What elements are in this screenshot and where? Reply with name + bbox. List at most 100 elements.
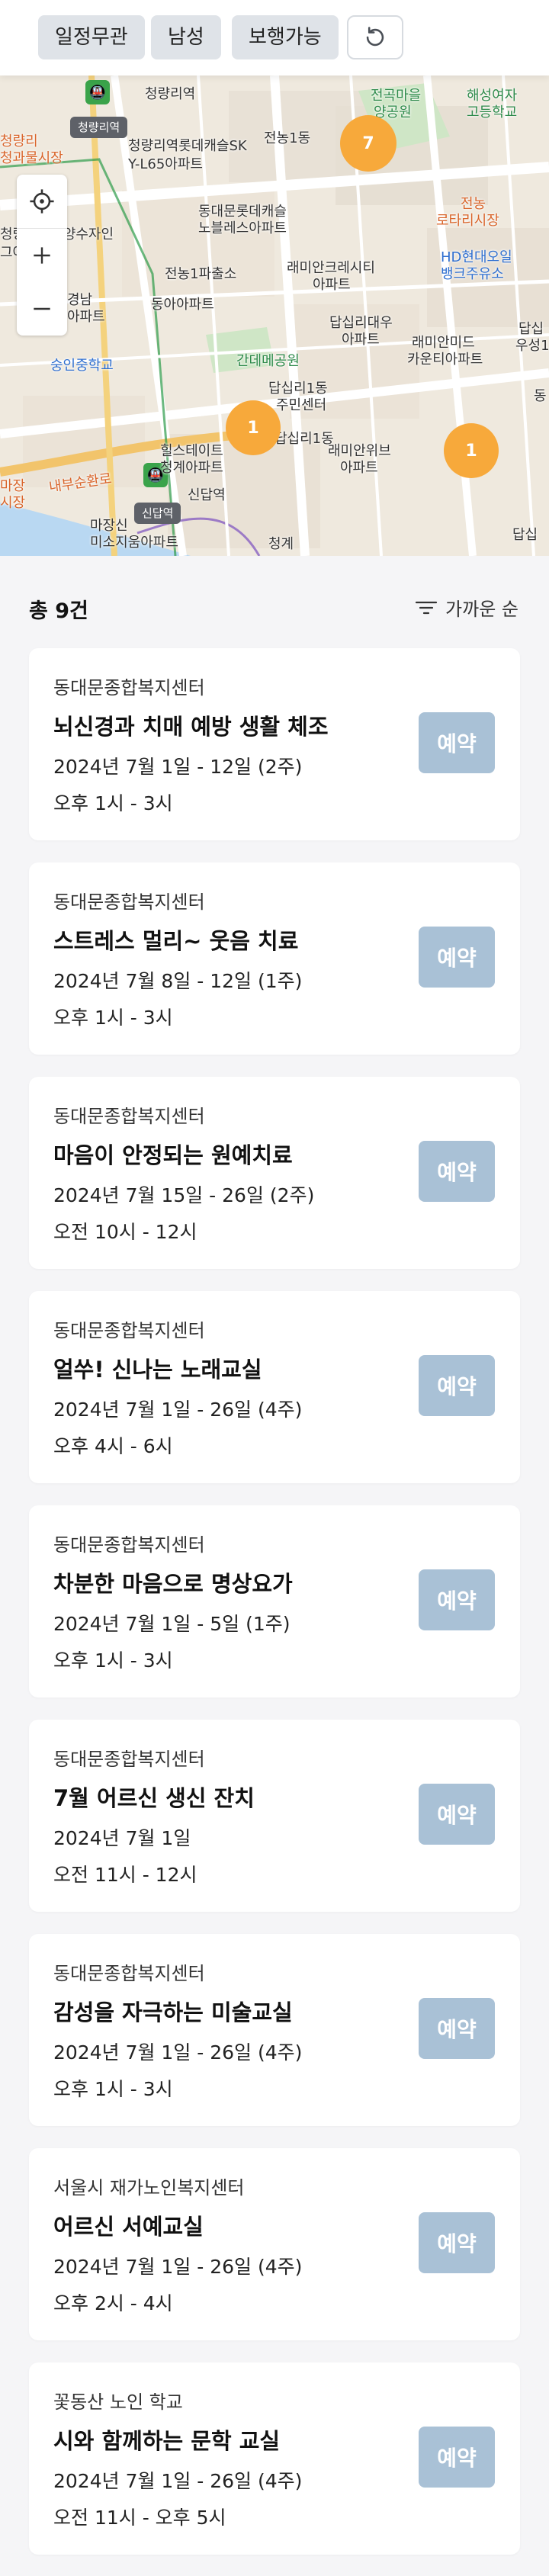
map-label: 청계아파트 [160,460,223,476]
map-label: 카운티아파트 [407,352,483,368]
map-label: 신답역 [188,487,226,503]
center-name: 동대문종합복지센터 [53,891,205,913]
map-label: 답십 [518,321,544,337]
results-header: 총 9건 가까운 순 [0,556,549,647]
program-dates: 2024년 7월 1일 - 26일 (4주) [53,2041,303,2064]
reserve-button[interactable]: 예약 [419,1355,495,1416]
map-label: 전농1파출소 [165,266,237,282]
zoom-out-button[interactable] [17,282,67,336]
program-card[interactable]: 동대문종합복지센터 얼쑤! 신나는 노래교실 2024년 7월 1일 - 26일… [29,1291,520,1483]
sort-label: 가까운 순 [445,599,518,620]
reserve-button[interactable]: 예약 [419,1998,495,2059]
map-label: 아파트 [340,460,378,476]
map-label: 아파트 [342,332,380,348]
program-time: 오전 10시 - 12시 [53,1221,197,1243]
map-label: 청량리역롯데캐슬SK [128,138,247,154]
program-dates: 2024년 7월 8일 - 12일 (1주) [53,970,303,992]
program-title: 얼쑤! 신나는 노래교실 [53,1357,262,1383]
map-label: 답십리대우 [329,315,393,331]
program-dates: 2024년 7월 15일 - 26일 (2주) [53,1184,315,1206]
sort-icon [415,601,438,614]
map-label: 간데메공원 [236,353,300,369]
station-tag-sindap: 신답역 [134,503,181,524]
center-name: 동대문종합복지센터 [53,1749,205,1770]
crosshair-icon [30,189,54,214]
reserve-button[interactable]: 예약 [419,2427,495,2488]
program-dates: 2024년 7월 1일 - 5일 (1주) [53,1613,291,1635]
reserve-button[interactable]: 예약 [419,1784,495,1845]
reset-filters-button[interactable] [347,15,403,59]
program-card[interactable]: 동대문종합복지센터 감성을 자극하는 미술교실 2024년 7월 1일 - 26… [29,1934,520,2126]
reserve-button[interactable]: 예약 [419,2212,495,2273]
map-label: 숭인중학교 [50,358,114,374]
program-card[interactable]: 동대문종합복지센터 7월 어르신 생신 잔치 2024년 7월 1일 오전 11… [29,1720,520,1912]
reserve-button[interactable]: 예약 [419,1569,495,1630]
program-title: 뇌신경과 치매 예방 생활 체조 [53,714,329,740]
map-label: 경남 [67,292,93,308]
map-label: 고등학교 [467,104,518,120]
map-label: 청량리역 [145,86,196,102]
result-count: 총 9건 [29,599,88,623]
reserve-button[interactable]: 예약 [419,927,495,988]
refresh-icon [366,27,384,47]
program-card[interactable]: 동대문종합복지센터 스트레스 멀리~ 웃음 치료 2024년 7월 8일 - 1… [29,862,520,1055]
center-name: 동대문종합복지센터 [53,1320,205,1341]
reserve-button[interactable]: 예약 [419,712,495,773]
map-label: 마장신 [90,518,128,534]
program-time: 오전 11시 - 12시 [53,1864,197,1886]
center-name: 동대문종합복지센터 [53,1963,205,1984]
program-title: 스트레스 멀리~ 웃음 치료 [53,928,299,954]
program-time: 오후 1시 - 3시 [53,1007,173,1029]
map-label: 동대문롯데캐슬 [198,204,287,220]
center-name: 꽃동산 노인 학교 [53,2391,183,2413]
program-time: 오후 2시 - 4시 [53,2292,173,2314]
map-label: 전곡마을 [371,88,422,104]
program-card[interactable]: 동대문종합복지센터 차분한 마음으로 명상요가 2024년 7월 1일 - 5일… [29,1505,520,1698]
map-label: HD현대오일 [441,249,512,265]
map-label: 래미안위브 [328,443,391,459]
filter-bar: 일정무관 남성 보행가능 [0,0,549,75]
center-name: 동대문종합복지센터 [53,1106,205,1127]
zoom-in-button[interactable] [17,229,67,282]
program-dates: 2024년 7월 1일 [53,1827,191,1849]
map-label: 마장 [0,478,26,494]
program-title: 마음이 안정되는 원예치료 [53,1142,293,1168]
program-time: 오후 1시 - 3시 [53,2078,173,2100]
map-label: 전농1동 [264,130,311,146]
map-cluster-marker[interactable]: 7 [340,115,396,172]
plus-icon [34,247,50,264]
center-name: 동대문종합복지센터 [53,1534,205,1556]
map-label: 답십리1동 [268,381,328,397]
program-card[interactable]: 꽃동산 노인 학교 시와 함께하는 문학 교실 2024년 7월 1일 - 26… [29,2362,520,2555]
map-label: 미소지움아파트 [90,535,178,551]
program-title: 어르신 서예교실 [53,2214,204,2240]
subway-station-icon: 🚇 [85,80,110,104]
map-label: 우성1 [515,338,549,354]
program-dates: 2024년 7월 1일 - 26일 (4주) [53,1399,303,1421]
map-label: 래미안미드 [412,335,475,351]
program-time: 오전 11시 - 오후 5시 [53,2507,226,2529]
program-title: 감성을 자극하는 미술교실 [53,1999,293,2025]
filter-chip-gender[interactable]: 남성 [151,15,221,59]
minus-icon [34,307,50,310]
map-label: 해성여자 [467,88,518,104]
map-label: 청계 [268,536,294,552]
map-view[interactable]: 🚇 청량리역 🚇 신답역 청량리역 청량리역롯데캐슬SK Y-L65아파트 청량… [0,75,549,556]
program-card[interactable]: 동대문종합복지센터 뇌신경과 치매 예방 생활 체조 2024년 7월 1일 -… [29,648,520,840]
current-location-button[interactable] [17,175,67,228]
program-time: 오후 1시 - 3시 [53,792,173,814]
map-label: 로타리시장 [436,213,499,229]
program-card[interactable]: 서울시 재가노인복지센터 어르신 서예교실 2024년 7월 1일 - 26일 … [29,2148,520,2340]
center-name: 서울시 재가노인복지센터 [53,2177,245,2199]
sort-button[interactable]: 가까운 순 [415,594,518,621]
program-card[interactable]: 동대문종합복지센터 마음이 안정되는 원예치료 2024년 7월 15일 - 2… [29,1077,520,1269]
filter-chip-walking[interactable]: 보행가능 [232,15,339,59]
map-label: 래미안크레시티 [287,260,375,276]
map-cluster-marker[interactable]: 1 [444,423,499,478]
map-cluster-marker[interactable]: 1 [226,400,281,455]
map-label: 아파트 [313,277,351,293]
filter-chip-schedule[interactable]: 일정무관 [38,15,145,59]
program-time: 오후 1시 - 3시 [53,1649,173,1672]
map-label: 청과물시장 [0,150,63,166]
reserve-button[interactable]: 예약 [419,1141,495,1202]
